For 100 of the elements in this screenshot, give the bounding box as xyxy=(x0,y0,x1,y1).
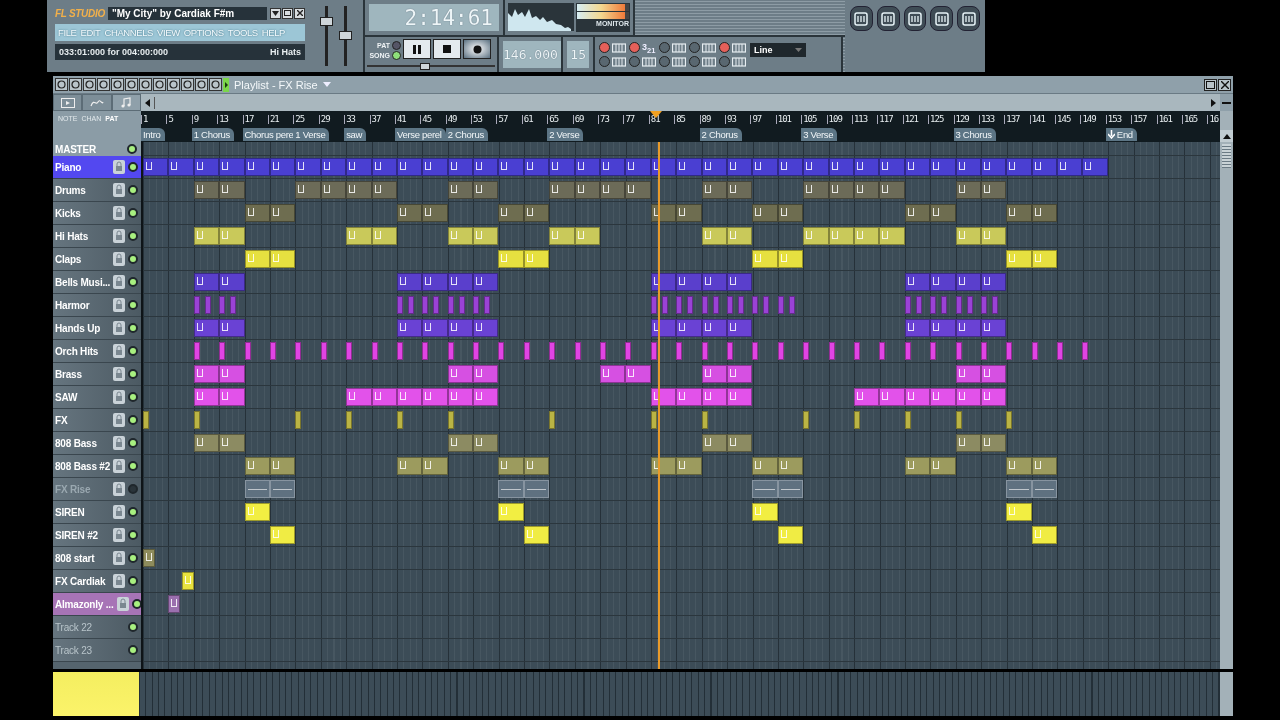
bar-number: 41 xyxy=(394,115,406,124)
bar-number: 21 xyxy=(267,115,279,124)
track-header[interactable]: SIREN #2 xyxy=(53,524,141,547)
section-marker[interactable]: 3 Verse xyxy=(801,128,838,141)
bar-number: 153 xyxy=(1105,115,1122,124)
track-header[interactable]: Bells Musi... xyxy=(53,271,141,294)
bar-number: 61 xyxy=(521,115,533,124)
track-name: Hands Up xyxy=(55,322,102,334)
section-marker[interactable]: 3 Chorus xyxy=(953,128,996,141)
bar-number: 97 xyxy=(750,115,762,124)
track-name: 808 Bass #2 xyxy=(55,460,111,472)
track-header[interactable]: Hands Up xyxy=(53,317,141,340)
track-header[interactable]: FX xyxy=(53,409,141,432)
track-header[interactable]: Track 22 xyxy=(53,616,141,639)
snap-dropdown[interactable]: Line xyxy=(750,43,806,57)
bar-number: 93 xyxy=(725,115,736,124)
section-marker[interactable]: 1 Verse xyxy=(293,128,330,141)
track-header[interactable]: FX Cardiak xyxy=(53,570,141,593)
bar-number: 73 xyxy=(598,115,609,124)
track-name: Bells Musi... xyxy=(55,276,111,288)
track-header[interactable]: Piano xyxy=(53,156,141,179)
track-name: Brass xyxy=(55,368,83,380)
bar-number: 165 xyxy=(1182,115,1198,124)
bar-number: 85 xyxy=(674,115,686,124)
track-header[interactable]: Drums xyxy=(53,179,141,202)
track-name: Harmor xyxy=(55,299,91,311)
track-header[interactable]: SAW xyxy=(53,386,141,409)
bar-number: 45 xyxy=(420,115,432,124)
bar-number: 137 xyxy=(1004,115,1020,124)
section-marker[interactable]: 2 Chorus xyxy=(445,128,488,141)
bar-number: 57 xyxy=(496,115,508,124)
bar-number: 5 xyxy=(166,115,173,124)
bar-number: 25 xyxy=(293,115,305,124)
logo: FL STUDIO xyxy=(55,7,105,19)
bar-number: 16 xyxy=(1207,115,1219,124)
bar-number: 141 xyxy=(1029,115,1045,124)
track-name: SIREN xyxy=(55,506,86,518)
track-header[interactable]: Brass xyxy=(53,363,141,386)
track-header[interactable]: Almazonly ... xyxy=(53,593,141,616)
section-marker[interactable]: Intro xyxy=(141,128,165,141)
bar-number: 17 xyxy=(242,115,254,124)
bar-number: 125 xyxy=(928,115,944,124)
bar-number: 65 xyxy=(547,115,559,124)
track-name: FX xyxy=(55,414,69,426)
song-title: "My City" by Cardiak F#m xyxy=(107,6,267,20)
section-marker[interactable]: 2 Verse xyxy=(547,128,584,141)
track-name: Claps xyxy=(55,253,83,265)
track-name: SIREN #2 xyxy=(55,529,99,541)
bar-number: 145 xyxy=(1055,115,1071,124)
bar-number: 133 xyxy=(978,115,995,124)
bar-number: 53 xyxy=(471,115,482,124)
track-name: MASTER xyxy=(55,143,97,155)
bar-number: 9 xyxy=(191,115,199,124)
track-header[interactable]: Hi Hats xyxy=(53,225,141,248)
hint-text: 033:01:000 for 004:00:000 xyxy=(59,47,169,57)
bar-number: 105 xyxy=(801,115,817,124)
track-header[interactable]: Claps xyxy=(53,248,141,271)
bar-number: 109 xyxy=(826,115,842,124)
section-marker[interactable]: saw xyxy=(344,128,367,141)
bar-number: 49 xyxy=(445,115,457,124)
track-header[interactable]: Track 23 xyxy=(53,639,141,662)
section-marker[interactable]: 2 Chorus xyxy=(699,128,742,141)
track-name: Kicks xyxy=(55,207,82,219)
track-header[interactable]: Harmor xyxy=(53,294,141,317)
bar-number: 101 xyxy=(775,115,792,124)
track-name: Hi Hats xyxy=(55,230,90,242)
bar-number: 29 xyxy=(318,115,330,124)
hint-target: Hi Hats xyxy=(270,47,301,57)
bar-number: 121 xyxy=(902,115,918,124)
track-name: Drums xyxy=(55,184,87,196)
track-name: Almazonly ... xyxy=(55,598,114,610)
bar-number: 157 xyxy=(1131,115,1147,124)
section-marker[interactable]: Verse perel xyxy=(394,128,446,141)
track-name: Orch Hits xyxy=(55,345,100,357)
track-header[interactable]: 808 start xyxy=(53,547,141,570)
playlist-title: Playlist - FX Rise xyxy=(234,78,318,91)
section-marker[interactable]: 1 Chorus xyxy=(191,128,234,141)
track-name: 808 Bass xyxy=(55,437,98,449)
track-name: SAW xyxy=(55,391,79,403)
track-name: FX Cardiak xyxy=(55,575,107,587)
bar-number: 129 xyxy=(953,115,969,124)
bar-number: 33 xyxy=(344,115,355,124)
bar-number: 69 xyxy=(572,115,584,124)
section-marker[interactable]: End xyxy=(1105,128,1137,141)
bar-number: 117 xyxy=(877,115,893,124)
bar-number: 89 xyxy=(699,115,711,124)
track-header[interactable]: Kicks xyxy=(53,202,141,225)
track-header[interactable]: 808 Bass #2 xyxy=(53,455,141,478)
bar-number: 77 xyxy=(623,115,635,124)
track-name: Track 23 xyxy=(55,644,93,656)
bar-number: 13 xyxy=(217,115,228,124)
track-name: 808 start xyxy=(55,552,96,564)
track-header[interactable]: SIREN xyxy=(53,501,141,524)
master-track-header[interactable]: MASTER xyxy=(53,142,141,156)
bar-number: 149 xyxy=(1080,115,1096,124)
track-name: Piano xyxy=(55,161,83,173)
bar-number: 161 xyxy=(1156,115,1172,124)
track-header[interactable]: Orch Hits xyxy=(53,340,141,363)
track-name: FX Rise xyxy=(55,483,92,495)
track-header[interactable]: 808 Bass xyxy=(53,432,141,455)
